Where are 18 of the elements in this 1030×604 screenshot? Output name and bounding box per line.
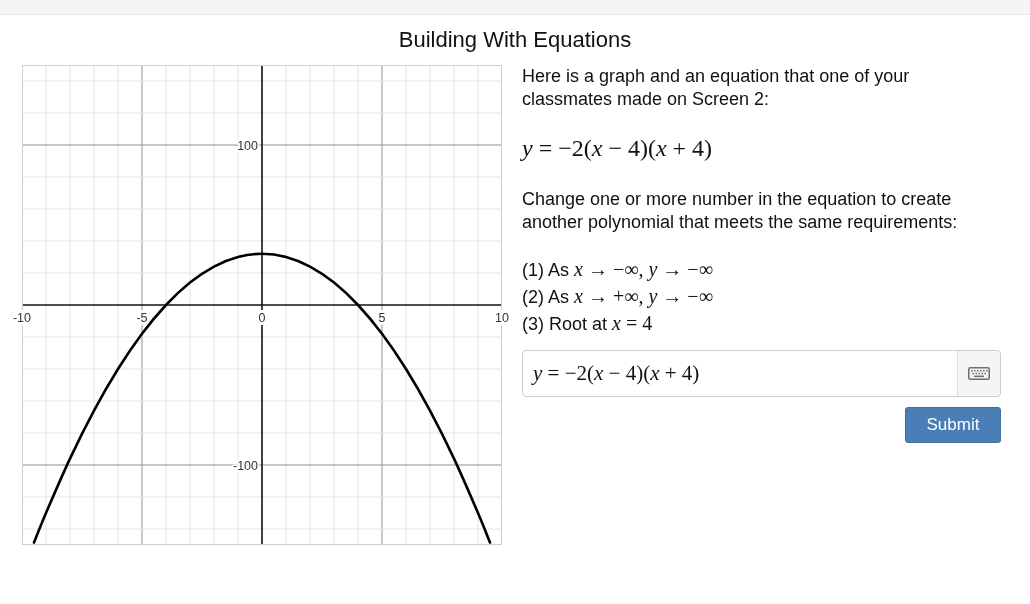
tick-label: -100 bbox=[232, 459, 258, 473]
tick-label: 100 bbox=[237, 139, 258, 153]
equation-text: y = −2(x − 4)(x + 4) bbox=[522, 134, 714, 163]
tick-label: 10 bbox=[495, 311, 509, 325]
tick-label: -5 bbox=[136, 311, 148, 325]
page-title: Building With Equations bbox=[397, 27, 633, 53]
keyboard-button[interactable] bbox=[957, 351, 1000, 396]
intro-text: Here is a graph and an equation that one of your classmates made on Screen 2: bbox=[522, 65, 911, 111]
tick-label: -10 bbox=[12, 311, 32, 325]
submit-button[interactable]: Submit bbox=[905, 407, 1001, 443]
instruction-text: Change one or more number in the equation to create another polynomial that meets the same requirements: bbox=[522, 188, 959, 234]
requirement-item: (1) As x → −∞, y → −∞ bbox=[522, 257, 714, 283]
requirement-item: (2) As x → +∞, y → −∞ bbox=[522, 284, 714, 310]
requirement-item: (3) Root at x = 4 bbox=[522, 311, 654, 336]
keyboard-icon bbox=[968, 367, 990, 380]
tick-label: 5 bbox=[378, 311, 386, 325]
tick-label: 0 bbox=[258, 311, 266, 325]
equation-input[interactable]: y = −2(x − 4)(x + 4) bbox=[522, 350, 1001, 397]
